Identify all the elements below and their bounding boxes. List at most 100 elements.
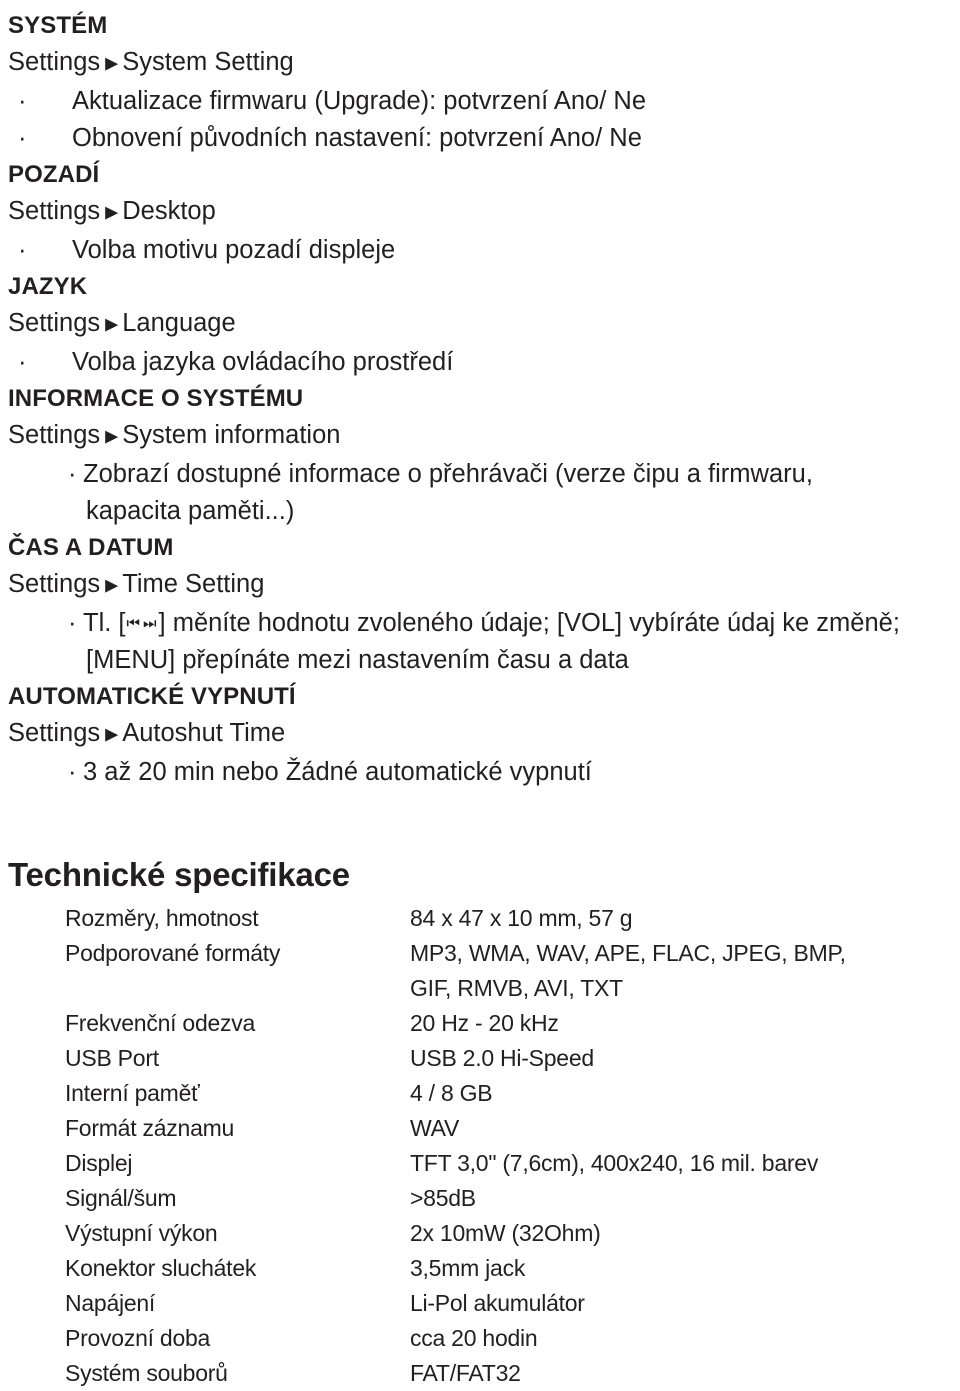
bullet-dot-icon: · bbox=[18, 348, 27, 376]
bullet-dot-icon: · bbox=[18, 124, 27, 152]
spec-value: USB 2.0 Hi-Speed bbox=[410, 1045, 594, 1071]
table-row: USB Port USB 2.0 Hi-Speed bbox=[8, 1041, 950, 1076]
spec-label: Rozměry, hmotnost bbox=[65, 905, 259, 931]
chevron-right-icon: ▶ bbox=[105, 53, 119, 73]
section-heading-autoshut: AUTOMATICKÉ VYPNUTÍ bbox=[8, 683, 296, 710]
spec-label: Interní paměť bbox=[65, 1080, 200, 1106]
previous-track-icon: ⏮ bbox=[126, 614, 142, 632]
list-item-label: Zobrazí dostupné informace o přehrávači … bbox=[83, 460, 813, 488]
list-item-label: Aktualizace firmwaru (Upgrade): potvrzen… bbox=[72, 87, 646, 115]
spec-label: Signál/šum bbox=[65, 1185, 177, 1211]
table-row: Formát záznamu WAV bbox=[8, 1111, 950, 1146]
section-heading-system-info: INFORMACE O SYSTÉMU bbox=[8, 385, 304, 412]
table-row: Signál/šum >85dB bbox=[8, 1181, 950, 1216]
chevron-right-icon: ▶ bbox=[105, 575, 119, 595]
list-item: · Obnovení původních nastavení: potvrzení… bbox=[8, 120, 950, 157]
table-row: Podporované formáty MP3, WMA, WAV, APE, … bbox=[8, 936, 950, 1006]
list-item: · Tl. [⏮ ⏭] měníte hodnotu zvoleného údaje… bbox=[8, 605, 950, 642]
spec-value: >85dB bbox=[410, 1185, 476, 1211]
spec-value: 3,5mm jack bbox=[410, 1255, 526, 1281]
table-row: Displej TFT 3,0" (7,6cm), 400x240, 16 mi… bbox=[8, 1146, 950, 1181]
spec-label: Výstupní výkon bbox=[65, 1220, 218, 1246]
spec-label: USB Port bbox=[65, 1045, 159, 1071]
spec-value-line1: MP3, WMA, WAV, APE, FLAC, JPEG, BMP, bbox=[410, 940, 846, 966]
path-root: Settings bbox=[8, 48, 101, 76]
spec-value: cca 20 hodin bbox=[410, 1325, 538, 1351]
table-row: Výstupní výkon 2x 10mW (32Ohm) bbox=[8, 1216, 950, 1251]
table-row: Provozní doba cca 20 hodin bbox=[8, 1321, 950, 1356]
table-row: Frekvenční odezva 20 Hz - 20 kHz bbox=[8, 1006, 950, 1041]
spec-value: TFT 3,0" (7,6cm), 400x240, 16 mil. barev bbox=[410, 1150, 819, 1176]
spec-label: Podporované formáty bbox=[65, 940, 281, 966]
spec-value: 2x 10mW (32Ohm) bbox=[410, 1220, 601, 1246]
table-row: Systém souborů FAT/FAT32 bbox=[8, 1356, 950, 1391]
path-root: Settings bbox=[8, 309, 101, 337]
menu-path-desktop: Settings ▶ Desktop bbox=[8, 193, 950, 232]
spec-label: Konektor sluchátek bbox=[65, 1255, 257, 1281]
path-root: Settings bbox=[8, 570, 101, 598]
path-leaf: Autoshut Time bbox=[122, 719, 286, 747]
bullet-dot-icon: · bbox=[18, 87, 27, 115]
spec-label: Systém souborů bbox=[65, 1360, 228, 1386]
section-heading-language: JAZYK bbox=[8, 273, 88, 300]
specs-heading: Technické specifikace bbox=[8, 856, 350, 893]
list-item-label: Volba motivu pozadí displeje bbox=[72, 236, 396, 264]
technical-specifications-section: Technické specifikace Rozměry, hmotnost … bbox=[8, 853, 950, 1391]
menu-reference-list: SYSTÉM Settings ▶ System Setting · Aktualiz… bbox=[8, 8, 950, 791]
bullet-dot-icon: · bbox=[18, 236, 27, 264]
section-heading-system: SYSTÉM bbox=[8, 12, 108, 39]
menu-path-time-setting: Settings ▶ Time Setting bbox=[8, 566, 950, 605]
list-item: · Zobrazí dostupné informace o přehrávači… bbox=[8, 456, 950, 493]
bullet-dot-icon: · bbox=[68, 609, 77, 637]
time-bullet-prefix: Tl. [ bbox=[83, 609, 126, 637]
list-item-label: Volba jazyka ovládacího prostředí bbox=[72, 348, 454, 376]
section-heading-background: POZADÍ bbox=[8, 161, 100, 188]
spec-label: Frekvenční odezva bbox=[65, 1010, 256, 1036]
spec-value: Li-Pol akumulátor bbox=[410, 1290, 585, 1316]
list-item: · Volba jazyka ovládacího prostředí bbox=[8, 344, 950, 381]
spec-value-line2: GIF, RMVB, AVI, TXT bbox=[410, 975, 623, 1001]
spec-value: 4 / 8 GB bbox=[410, 1080, 493, 1106]
path-leaf: Time Setting bbox=[122, 570, 265, 598]
chevron-right-icon: ▶ bbox=[105, 724, 119, 744]
list-item-label: Tl. [⏮ ⏭] měníte hodnotu zvoleného údaje;… bbox=[83, 605, 900, 642]
list-item-continuation: [MENU] přepínáte mezi nastavením času a … bbox=[86, 646, 629, 674]
spec-label: Napájení bbox=[65, 1290, 156, 1316]
list-item: · 3 až 20 min nebo Žádné automatické vypn… bbox=[8, 754, 950, 791]
spec-value: 20 Hz - 20 kHz bbox=[410, 1010, 559, 1036]
spec-label: Provozní doba bbox=[65, 1325, 211, 1351]
path-root: Settings bbox=[8, 719, 101, 747]
path-root: Settings bbox=[8, 421, 101, 449]
spec-value: FAT/FAT32 bbox=[410, 1360, 521, 1386]
menu-path-system: Settings ▶ System Setting bbox=[8, 44, 950, 83]
menu-path-system-information: Settings ▶ System information bbox=[8, 417, 950, 456]
path-leaf: Language bbox=[122, 309, 236, 337]
document-page: SYSTÉM Settings ▶ System Setting · Aktualiz… bbox=[0, 0, 960, 1388]
chevron-right-icon: ▶ bbox=[105, 426, 119, 446]
path-leaf: Desktop bbox=[122, 197, 216, 225]
table-row: Napájení Li-Pol akumulátor bbox=[8, 1286, 950, 1321]
list-item-continuation: kapacita paměti...) bbox=[86, 497, 295, 525]
bullet-dot-icon: · bbox=[68, 460, 77, 488]
spec-value: 84 x 47 x 10 mm, 57 g bbox=[410, 905, 633, 931]
spec-label: Formát záznamu bbox=[65, 1115, 235, 1141]
menu-path-language: Settings ▶ Language bbox=[8, 305, 950, 344]
path-leaf: System information bbox=[122, 421, 341, 449]
spec-label: Displej bbox=[65, 1150, 133, 1176]
spec-value: MP3, WMA, WAV, APE, FLAC, JPEG, BMP, GIF,… bbox=[410, 936, 950, 1006]
section-heading-time-date: ČAS A DATUM bbox=[8, 534, 174, 561]
list-item-label: Obnovení původních nastavení: potvrzení … bbox=[72, 124, 642, 152]
spec-value: WAV bbox=[410, 1115, 460, 1141]
time-bullet-suffix: ] měníte hodnotu zvoleného údaje; [VOL] … bbox=[158, 609, 900, 637]
list-item-label: 3 až 20 min nebo Žádné automatické vypnu… bbox=[83, 758, 592, 786]
next-track-icon: ⏭ bbox=[143, 614, 158, 632]
table-row: Rozměry, hmotnost 84 x 47 x 10 mm, 57 g bbox=[8, 901, 950, 936]
path-root: Settings bbox=[8, 197, 101, 225]
menu-path-autoshut-time: Settings ▶ Autoshut Time bbox=[8, 715, 950, 754]
chevron-right-icon: ▶ bbox=[105, 202, 119, 222]
bullet-dot-icon: · bbox=[68, 758, 77, 786]
path-leaf: System Setting bbox=[122, 48, 294, 76]
table-row: Konektor sluchátek 3,5mm jack bbox=[8, 1251, 950, 1286]
chevron-right-icon: ▶ bbox=[105, 314, 119, 334]
list-item: · Volba motivu pozadí displeje bbox=[8, 232, 950, 269]
